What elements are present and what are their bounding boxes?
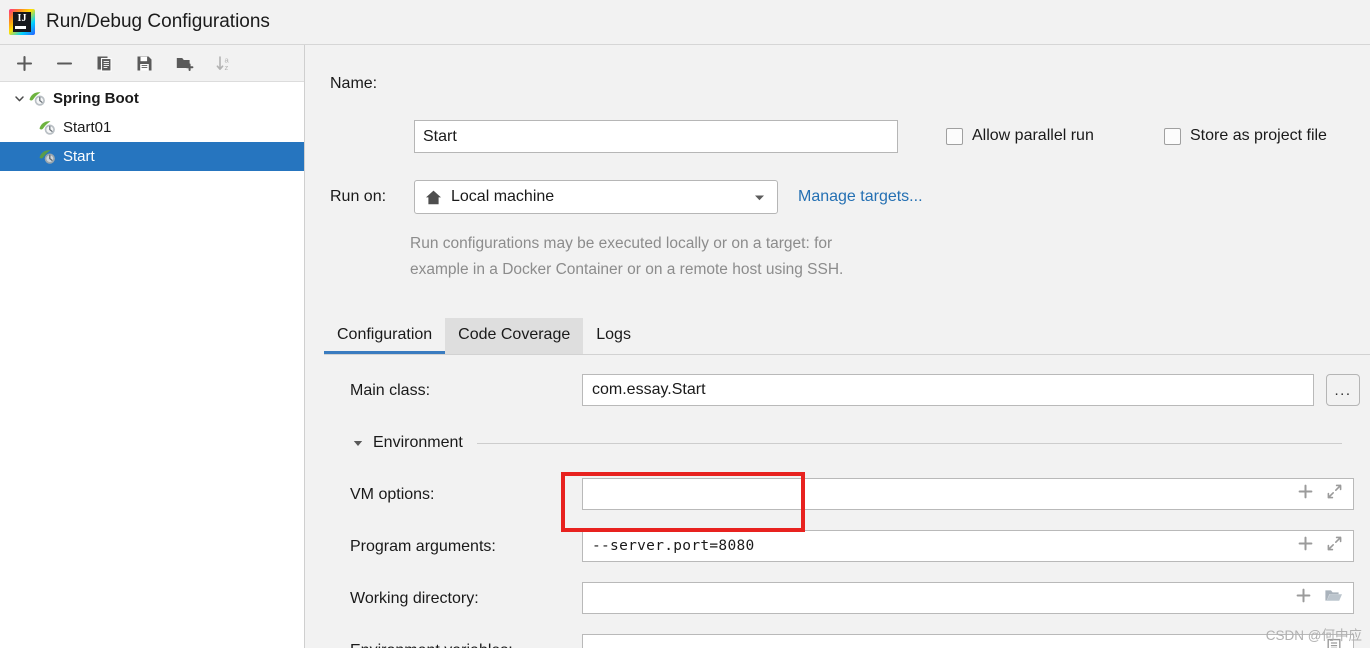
save-configuration-button[interactable] [132, 51, 156, 75]
tree-item-start[interactable]: Start [0, 142, 304, 171]
main-class-label: Main class: [350, 382, 431, 399]
environment-section-header[interactable]: Environment [352, 434, 1342, 452]
spring-boot-icon [28, 90, 47, 107]
configuration-editor: Name: Start Allow parallel run Store as … [306, 45, 1370, 648]
home-icon [425, 189, 442, 206]
environment-variables-label: Environment variables: [350, 642, 513, 648]
intellij-idea-logo-icon: IJ [9, 9, 35, 35]
remove-configuration-button[interactable] [52, 51, 76, 75]
tree-item-label: Start01 [63, 119, 112, 136]
tree-item-start01[interactable]: Start01 [0, 113, 304, 142]
checkbox-box[interactable] [1164, 127, 1181, 145]
environment-variables-input[interactable] [582, 634, 1354, 648]
hint-line-2: example in a Docker Container or on a re… [410, 261, 844, 278]
tab-bar: Configuration Code Coverage Logs [324, 313, 644, 354]
add-configuration-button[interactable] [12, 51, 36, 75]
plus-icon[interactable] [1297, 483, 1314, 505]
spring-boot-icon [38, 119, 57, 136]
program-arguments-value: --server.port=8080 [592, 538, 755, 554]
run-debug-configurations-dialog: IJ Run/Debug Configurations a z Spring B… [0, 0, 1370, 648]
title-bar: IJ Run/Debug Configurations [0, 0, 1370, 45]
run-on-value: Local machine [451, 188, 555, 205]
run-on-hint: Run configurations may be executed local… [410, 231, 970, 283]
chevron-down-icon[interactable] [752, 190, 767, 205]
allow-parallel-run-checkbox[interactable]: Allow parallel run [946, 127, 1094, 145]
configuration-tab-panel: Main class: com.essay.Start ... Environm… [324, 354, 1370, 648]
configurations-tree: Spring Boot Start01 Start [0, 82, 304, 171]
main-class-value: com.essay.Start [592, 381, 706, 398]
folder-icon[interactable] [1324, 587, 1343, 609]
run-on-dropdown[interactable]: Local machine [414, 180, 778, 214]
expand-icon[interactable] [1326, 535, 1343, 557]
store-as-project-file-checkbox[interactable]: Store as project file [1164, 127, 1327, 145]
tree-group-label: Spring Boot [53, 90, 139, 107]
watermark: CSDN @何中应 [1265, 628, 1362, 643]
tab-logs[interactable]: Logs [583, 318, 644, 354]
store-as-project-file-label: Store as project file [1190, 127, 1327, 144]
name-label: Name: [330, 75, 378, 92]
sidebar-toolbar: a z [0, 45, 304, 82]
expand-icon[interactable] [1326, 483, 1343, 505]
main-class-input[interactable]: com.essay.Start [582, 374, 1314, 406]
name-input-value: Start [423, 127, 457, 145]
tab-code-coverage[interactable]: Code Coverage [445, 318, 584, 354]
copy-configuration-button[interactable] [92, 51, 116, 75]
name-input[interactable]: Start [414, 120, 898, 153]
allow-parallel-run-label: Allow parallel run [972, 127, 1094, 144]
chevron-down-icon[interactable] [10, 90, 28, 108]
triangle-down-icon[interactable] [352, 437, 364, 449]
tree-group-spring-boot[interactable]: Spring Boot [0, 84, 304, 113]
new-folder-button[interactable] [172, 51, 196, 75]
window-title: Run/Debug Configurations [46, 11, 270, 32]
run-on-label: Run on: [330, 188, 387, 205]
program-arguments-label: Program arguments: [350, 538, 496, 555]
vm-options-input[interactable] [582, 478, 1354, 510]
plus-icon[interactable] [1295, 587, 1312, 609]
plus-icon[interactable] [1297, 535, 1314, 557]
environment-section-label: Environment [373, 434, 463, 451]
configurations-sidebar: a z Spring Boot Start01 Start [0, 45, 305, 648]
spring-boot-icon [38, 148, 57, 165]
main-class-browse-button[interactable]: ... [1326, 374, 1360, 406]
manage-targets-link[interactable]: Manage targets... [798, 188, 923, 206]
svg-text:z: z [224, 63, 228, 72]
program-arguments-input[interactable]: --server.port=8080 [582, 530, 1354, 562]
working-directory-input[interactable] [582, 582, 1354, 614]
section-divider [476, 442, 1342, 444]
vm-options-label: VM options: [350, 486, 435, 503]
hint-line-1: Run configurations may be executed local… [410, 235, 833, 252]
tab-configuration[interactable]: Configuration [324, 318, 446, 354]
sort-alphabetically-button[interactable]: a z [212, 51, 236, 75]
checkbox-box[interactable] [946, 127, 963, 145]
working-directory-label: Working directory: [350, 590, 479, 607]
tree-item-label: Start [63, 148, 95, 165]
